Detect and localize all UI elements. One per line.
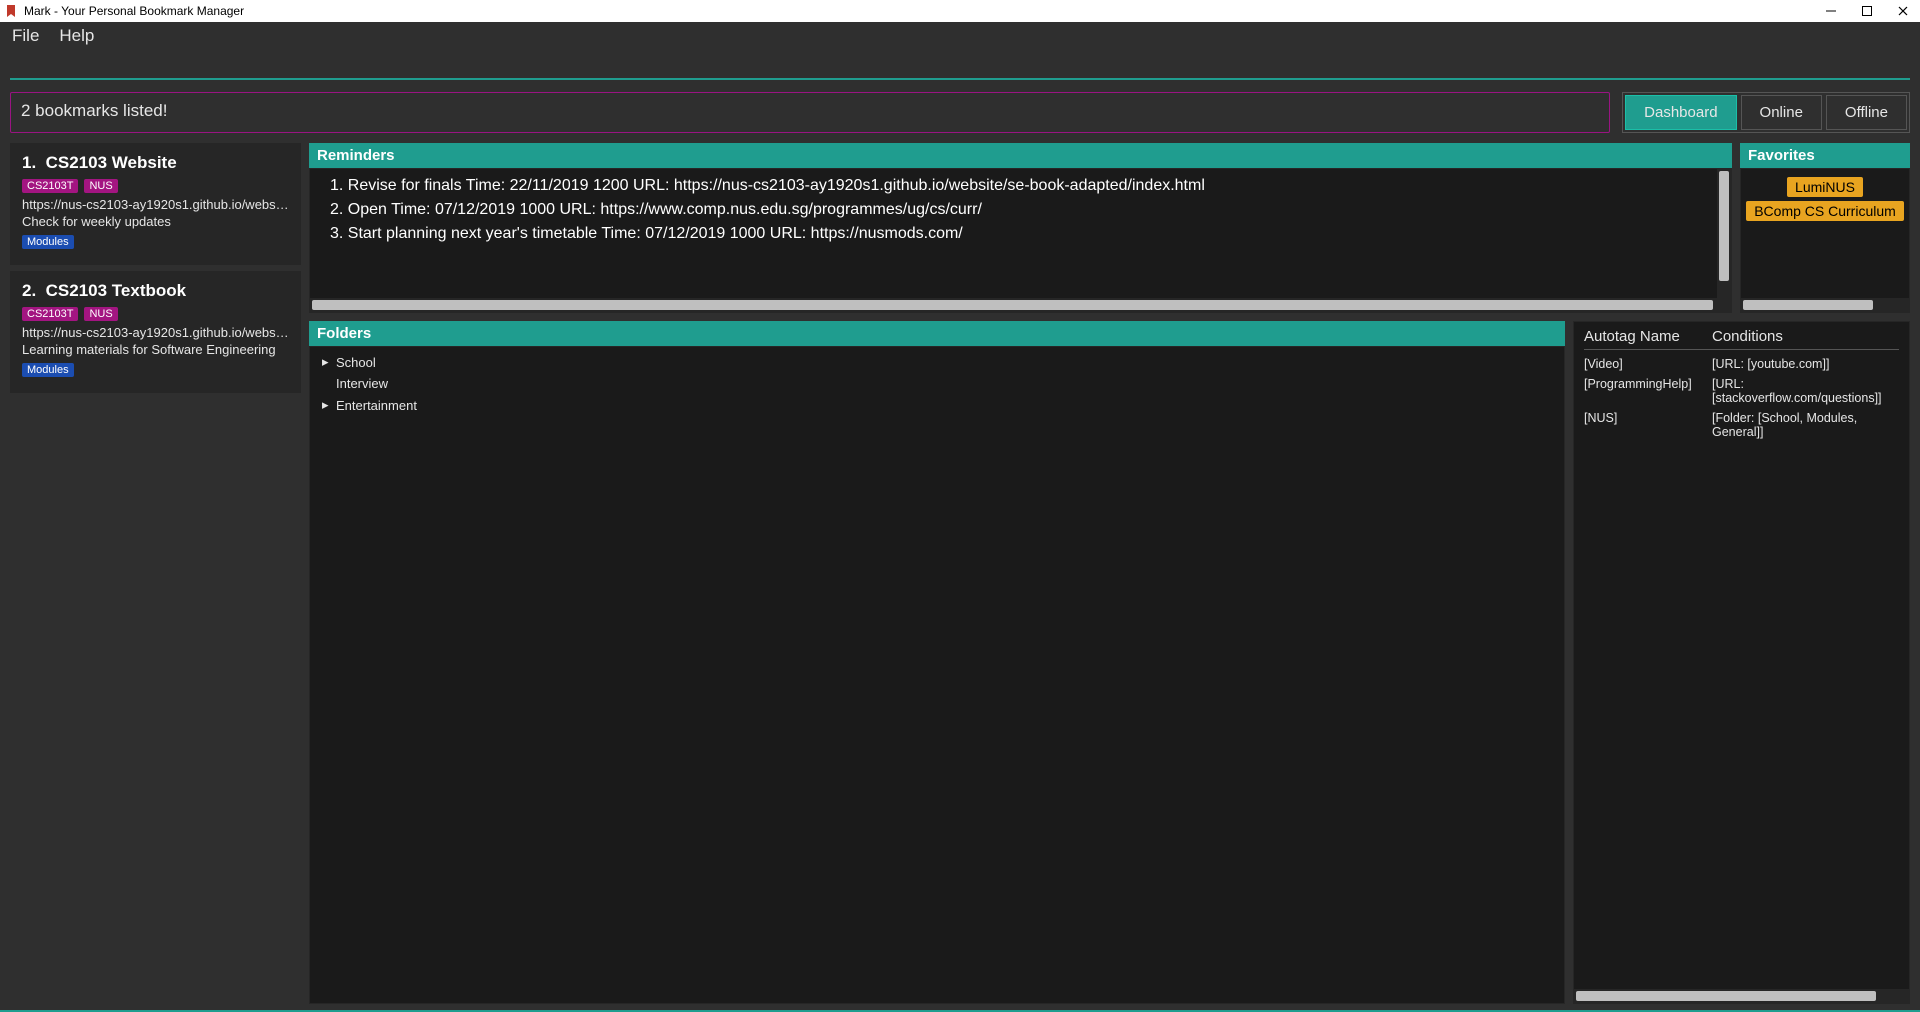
autotag-row: [NUS] [Folder: [School, Modules, General… [1584,408,1899,442]
app-icon [4,4,18,18]
bookmark-tag: NUS [84,179,117,193]
autotag-hscroll[interactable] [1574,989,1909,1003]
folders-header: Folders [309,321,1565,346]
bookmark-desc: Learning materials for Software Engineer… [22,342,289,357]
favorite-item[interactable]: BComp CS Curriculum [1746,201,1904,221]
bookmark-tag: Modules [22,363,74,377]
folder-item[interactable]: Interview [318,373,1556,394]
folder-item[interactable]: ▸ School [318,351,1556,373]
menu-help[interactable]: Help [59,26,94,46]
autotag-row: [Video] [URL: [youtube.com]] [1584,354,1899,374]
app-root: File Help 2 bookmarks listed! Dashboard … [0,22,1920,1012]
close-button[interactable] [1896,4,1910,18]
autotag-panel: Autotag Name Conditions [Video] [URL: [y… [1573,321,1910,1004]
bookmark-url: https://nus-cs2103-ay1920s1.github.io/we… [22,325,289,340]
autotag-col-name: Autotag Name [1584,328,1712,345]
menubar: File Help [0,22,1920,50]
folder-label: School [336,355,376,370]
bookmark-tag: CS2103T [22,307,78,321]
folder-label: Interview [336,376,388,391]
folders-panel: Folders ▸ School Interview [309,321,1565,1004]
bookmark-index: 1. [22,153,36,172]
bookmark-title: CS2103 Website [46,153,177,172]
bookmark-index: 2. [22,281,36,300]
reminder-item: 1. Revise for finals Time: 22/11/2019 12… [330,177,1723,195]
autotag-condition: [URL: [youtube.com]] [1712,357,1899,371]
favorites-header: Favorites [1740,143,1910,168]
favorites-hscroll[interactable] [1741,298,1909,312]
folder-label: Entertainment [336,398,417,413]
autotag-condition: [Folder: [School, Modules, General]] [1712,411,1899,439]
bookmark-card[interactable]: 1. CS2103 Website CS2103T NUS https://nu… [10,143,301,265]
maximize-button[interactable] [1860,4,1874,18]
view-tabs: Dashboard Online Offline [1622,92,1910,133]
autotag-name: [NUS] [1584,411,1712,439]
tab-dashboard[interactable]: Dashboard [1625,95,1736,130]
reminders-panel: Reminders 1. Revise for finals Time: 22/… [309,143,1732,313]
autotag-row: [ProgrammingHelp] [URL: [stackoverflow.c… [1584,374,1899,408]
favorites-panel: Favorites LumiNUS BComp CS Curriculum [1740,143,1910,313]
favorite-item[interactable]: LumiNUS [1787,177,1863,197]
reminders-vscroll[interactable] [1717,169,1731,298]
bookmark-card[interactable]: 2. CS2103 Textbook CS2103T NUS https://n… [10,271,301,393]
menu-file[interactable]: File [12,26,39,46]
chevron-right-icon: ▸ [322,397,330,413]
status-message: 2 bookmarks listed! [10,92,1610,133]
bookmark-tag: NUS [84,307,117,321]
command-input[interactable] [10,50,1910,80]
minimize-button[interactable] [1824,4,1838,18]
window-title: Mark - Your Personal Bookmark Manager [24,4,244,18]
bookmark-url: https://nus-cs2103-ay1920s1.github.io/we… [22,197,289,212]
reminders-header: Reminders [309,143,1732,168]
autotag-name: [Video] [1584,357,1712,371]
reminder-item: 2. Open Time: 07/12/2019 1000 URL: https… [330,201,1723,219]
tab-offline[interactable]: Offline [1826,95,1907,130]
bookmark-list: 1. CS2103 Website CS2103T NUS https://nu… [4,143,301,1004]
bookmark-tag: CS2103T [22,179,78,193]
tab-online[interactable]: Online [1741,95,1822,130]
bookmark-title: CS2103 Textbook [46,281,186,300]
autotag-name: [ProgrammingHelp] [1584,377,1712,405]
folder-item[interactable]: ▸ Entertainment [318,394,1556,416]
chevron-right-icon: ▸ [322,354,330,370]
bookmark-desc: Check for weekly updates [22,214,289,229]
reminder-item: 3. Start planning next year's timetable … [330,225,1723,243]
autotag-condition: [URL: [stackoverflow.com/questions]] [1712,377,1899,405]
bookmark-tag: Modules [22,235,74,249]
autotag-col-conditions: Conditions [1712,328,1899,345]
reminders-hscroll[interactable] [310,298,1731,312]
window-titlebar: Mark - Your Personal Bookmark Manager [0,0,1920,22]
